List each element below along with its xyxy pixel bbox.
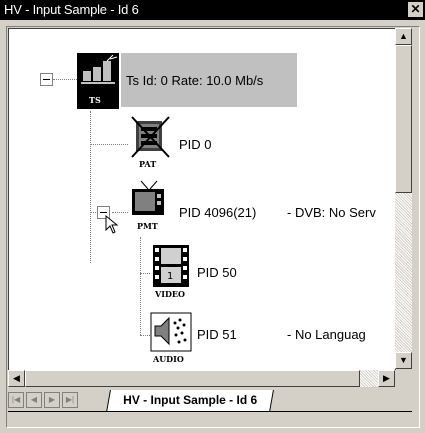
previous-tab-icon[interactable]: ◀ [26,392,42,408]
horizontal-scrollbar[interactable]: ◀ ▶ [8,370,395,387]
vertical-scroll-thumb[interactable] [395,45,412,193]
mouse-cursor-icon [105,214,121,235]
scroll-down-arrow-icon[interactable]: ▼ [395,352,412,369]
audio-caption: AUDIO [153,354,184,364]
pmt-detail: - DVB: No Serv [287,205,376,220]
tree-connector [90,111,91,263]
pmt-caption: PMT [137,221,158,231]
window-title: HV - Input Sample - Id 6 [4,2,139,17]
transport-stream-icon[interactable]: TS [77,53,119,109]
pat-icon[interactable]: PAT [129,115,175,175]
tab-label: HV - Input Sample - Id 6 [123,393,258,407]
stream-tree-view[interactable]: TS Ts Id: 0 Rate: 10.0 Mb/s PAT PID 0 PM… [8,28,396,371]
first-tab-icon[interactable]: |◀ [8,392,24,408]
close-button[interactable]: ✕ [408,2,423,17]
window-titlebar: HV - Input Sample - Id 6 ✕ [0,0,425,20]
scrollbar-corner [395,370,412,387]
tree-connector [112,212,128,213]
audio-speaker-icon[interactable]: AUDIO [149,311,193,367]
pmt-tv-icon[interactable]: PMT [129,179,169,239]
ts-caption: TS [89,95,101,105]
tree-connector [140,237,141,335]
tree-connector [90,144,128,145]
audio-detail: - No Languag [287,327,366,342]
next-tab-icon[interactable]: ▶ [44,392,60,408]
audio-label[interactable]: PID 51 [197,327,237,342]
scroll-left-arrow-icon[interactable]: ◀ [8,370,25,387]
svg-text:1: 1 [167,271,173,282]
pmt-label[interactable]: PID 4096(21) [179,205,256,220]
sheet-tab-bar: |◀ ◀ ▶ ▶| HV - Input Sample - Id 6 [8,390,412,414]
tab-input-sample[interactable]: HV - Input Sample - Id 6 [106,390,274,412]
ts-collapse-toggle[interactable] [40,73,53,86]
vertical-scrollbar[interactable]: ▲ ▼ [395,28,412,369]
ts-label[interactable]: Ts Id: 0 Rate: 10.0 Mb/s [126,73,263,88]
tree-connector [53,79,77,80]
pat-caption: PAT [139,159,157,169]
video-film-icon[interactable]: 1 VIDEO [149,241,193,303]
scroll-up-arrow-icon[interactable]: ▲ [395,28,412,45]
scroll-right-arrow-icon[interactable]: ▶ [378,370,395,387]
pat-label[interactable]: PID 0 [179,137,212,152]
tab-baseline [8,411,412,412]
horizontal-scroll-thumb[interactable] [25,370,360,387]
video-caption: VIDEO [155,289,185,299]
video-label[interactable]: PID 50 [197,265,237,280]
last-tab-icon[interactable]: ▶| [62,392,78,408]
